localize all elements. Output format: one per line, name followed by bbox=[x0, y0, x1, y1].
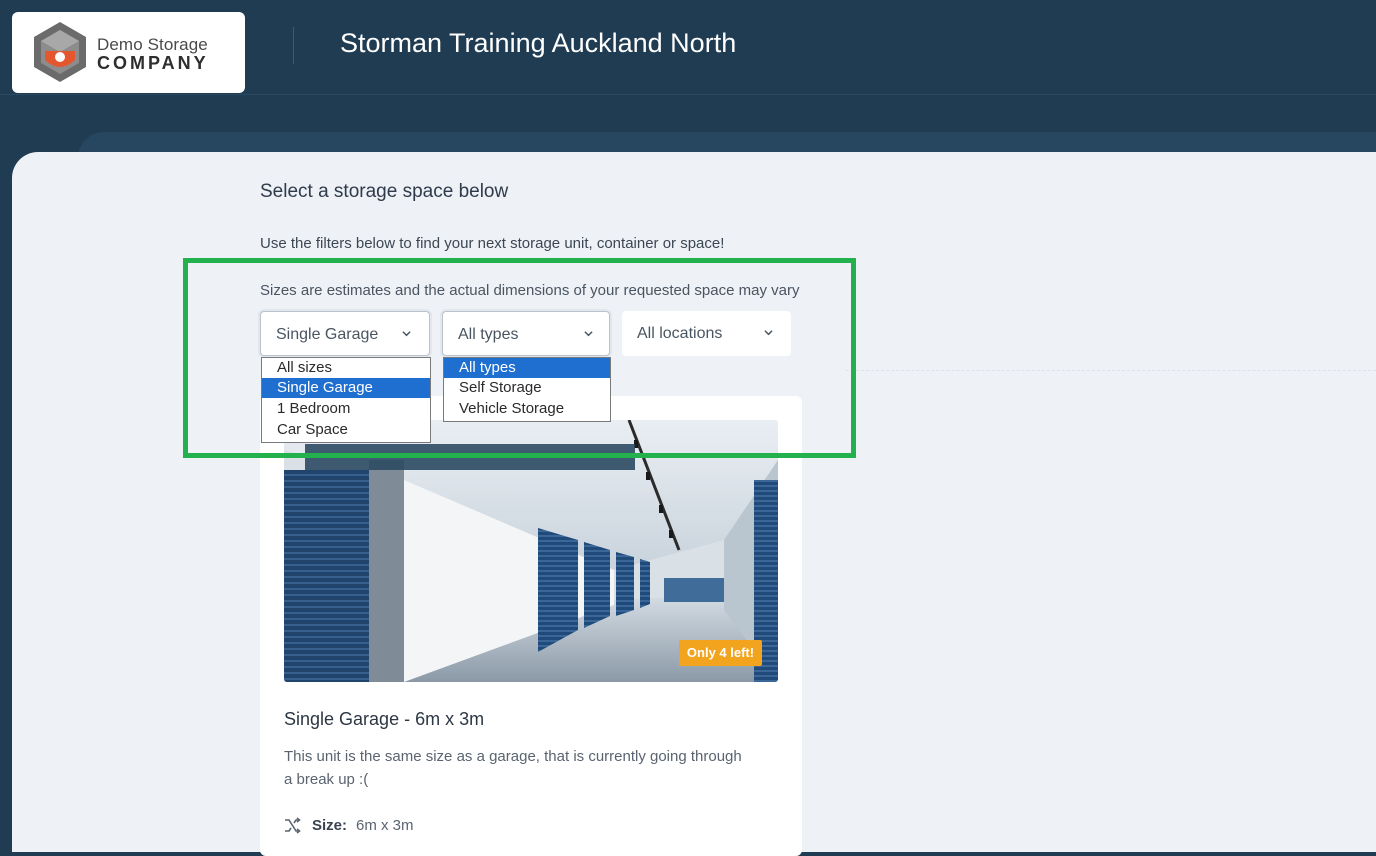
size-option[interactable]: All sizes bbox=[262, 358, 430, 378]
size-option[interactable]: 1 Bedroom bbox=[262, 399, 430, 419]
card-ribbon bbox=[305, 444, 635, 470]
page-heading: Select a storage space below bbox=[260, 181, 509, 202]
size-disclaimer: Sizes are estimates and the actual dimen… bbox=[260, 282, 800, 299]
size-value: 6m x 3m bbox=[356, 817, 414, 834]
card-title[interactable]: Single Garage - 6m x 3m bbox=[284, 709, 484, 730]
top-header: Demo Storage COMPANY Storman Training Au… bbox=[0, 0, 1376, 95]
type-filter-value: All types bbox=[458, 326, 519, 343]
size-filter-select[interactable]: Single Garage bbox=[260, 311, 430, 356]
size-label: Size: bbox=[312, 817, 348, 834]
hexagon-shield-logo-icon bbox=[34, 22, 86, 82]
availability-badge: Only 4 left! bbox=[679, 640, 762, 666]
chevron-down-icon bbox=[764, 330, 773, 336]
size-filter-value: Single Garage bbox=[276, 326, 379, 343]
header-divider bbox=[293, 27, 294, 64]
shuffle-arrows-icon bbox=[285, 817, 301, 834]
location-filter-value: All locations bbox=[637, 325, 723, 342]
company-logo[interactable]: Demo Storage COMPANY bbox=[12, 12, 245, 93]
logo-text-line2: COMPANY bbox=[97, 53, 209, 73]
type-option-selected[interactable]: All types bbox=[444, 358, 610, 378]
chevron-down-icon bbox=[584, 331, 593, 337]
type-filter-select[interactable]: All types bbox=[442, 311, 610, 356]
location-filter-select[interactable]: All locations bbox=[622, 311, 791, 356]
site-title: Storman Training Auckland North bbox=[340, 28, 737, 58]
type-dropdown-list: All types Self Storage Vehicle Storage bbox=[443, 357, 611, 422]
type-option[interactable]: Vehicle Storage bbox=[444, 399, 610, 419]
type-option[interactable]: Self Storage bbox=[444, 378, 610, 398]
size-dropdown-list: All sizes Single Garage 1 Bedroom Car Sp… bbox=[261, 357, 431, 443]
chevron-down-icon bbox=[402, 331, 411, 337]
page-subtext: Use the filters below to find your next … bbox=[260, 235, 725, 252]
divider-line bbox=[846, 370, 1376, 371]
card-description: This unit is the same size as a garage, … bbox=[284, 748, 742, 788]
size-option[interactable]: Car Space bbox=[262, 420, 430, 440]
size-option-selected[interactable]: Single Garage bbox=[262, 378, 430, 398]
logo-text-line1: Demo Storage bbox=[97, 35, 208, 54]
